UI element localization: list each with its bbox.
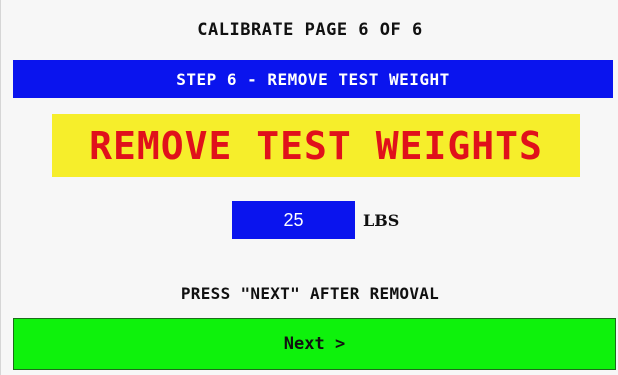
banner-text: REMOVE TEST WEIGHTS — [89, 123, 543, 168]
next-button-label: Next > — [283, 334, 346, 354]
page-title: CALIBRATE PAGE 6 OF 6 — [197, 20, 423, 40]
weight-row: 25 LBS — [232, 201, 399, 239]
step-label: STEP 6 - REMOVE TEST WEIGHT — [176, 69, 450, 89]
instruction-text: PRESS "NEXT" AFTER REMOVAL — [180, 284, 440, 303]
weight-unit-label: LBS — [363, 210, 400, 230]
calibration-screen: CALIBRATE PAGE 6 OF 6 STEP 6 - REMOVE TE… — [0, 0, 618, 375]
next-button[interactable]: Next > — [13, 318, 616, 370]
test-weight-value: 25 — [232, 201, 355, 239]
step-header-bar: STEP 6 - REMOVE TEST WEIGHT — [13, 60, 613, 98]
warning-banner: REMOVE TEST WEIGHTS — [52, 114, 580, 177]
